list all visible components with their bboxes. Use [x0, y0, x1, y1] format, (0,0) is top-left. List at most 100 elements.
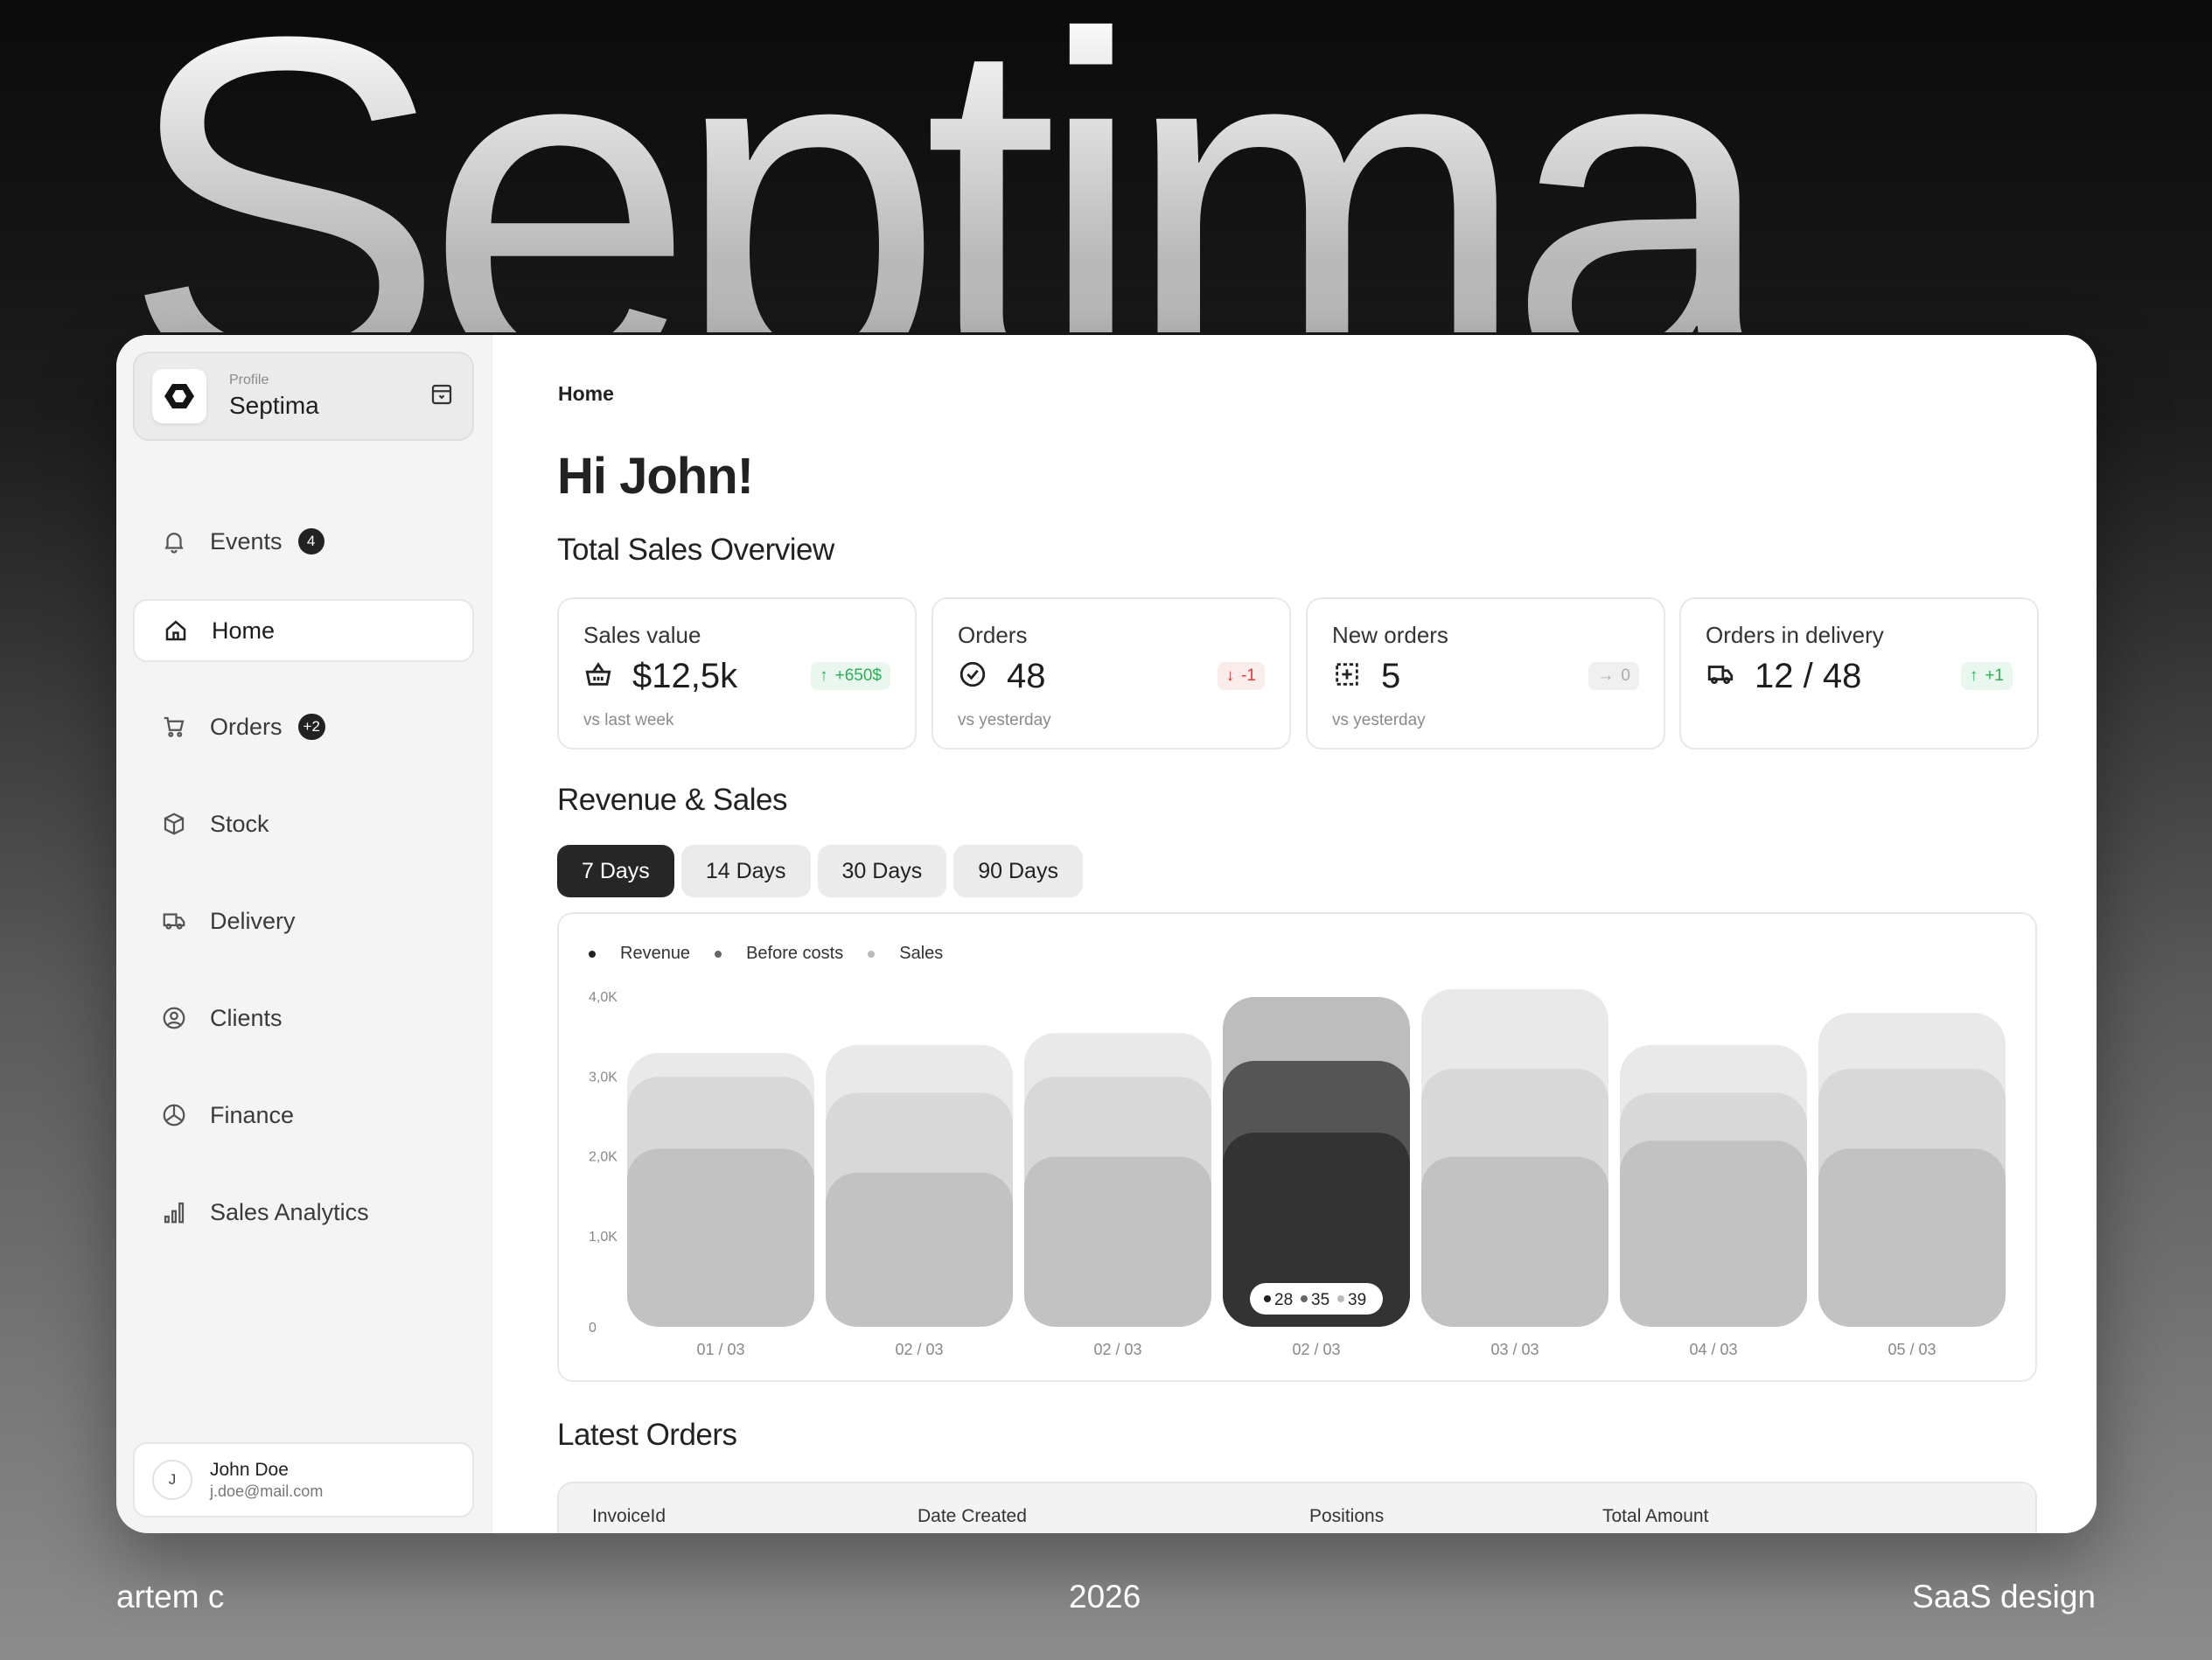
- sidebar-item-label: Orders: [210, 713, 283, 740]
- profile-switcher[interactable]: Profile Septima: [133, 352, 474, 441]
- bar-chart-icon: [159, 1197, 189, 1227]
- tooltip-value: 39: [1348, 1291, 1366, 1309]
- sidebar-item-delivery[interactable]: Delivery: [133, 889, 474, 952]
- sidebar-item-clients[interactable]: Clients: [133, 987, 474, 1050]
- x-tick-label: 02 / 03: [1292, 1341, 1340, 1358]
- y-tick-label: 1,0K: [589, 1230, 618, 1245]
- sidebar-item-label: Home: [212, 617, 276, 644]
- bar-revenue: [627, 1148, 814, 1327]
- column-header-date[interactable]: Date Created: [918, 1506, 1027, 1527]
- arrow-up-icon: ↑: [1969, 666, 1978, 685]
- add-box-icon: [1332, 659, 1362, 694]
- background-wordmark: Septima: [122, 0, 1756, 332]
- arrow-right-icon: →: [1597, 666, 1615, 685]
- stat-title: Orders: [958, 622, 1028, 648]
- stat-value: 5: [1381, 657, 1401, 695]
- y-tick-label: 4,0K: [589, 990, 618, 1005]
- delta-value: +650$: [834, 666, 882, 685]
- logo-icon: [152, 369, 206, 423]
- breadcrumb[interactable]: Home: [558, 382, 614, 406]
- tooltip-value: 35: [1311, 1291, 1329, 1309]
- truck-icon: [1706, 659, 1735, 694]
- tooltip-dot: [1301, 1295, 1308, 1302]
- truck-icon: [159, 906, 189, 936]
- revenue-title: Revenue & Sales: [557, 783, 787, 817]
- stat-comparison: vs yesterday: [1332, 711, 1426, 729]
- sidebar-item-finance[interactable]: Finance: [133, 1084, 474, 1147]
- stat-card-orders-in-delivery[interactable]: Orders in delivery 12 / 48 ↑ +1: [1679, 597, 2039, 750]
- delta-value: -1: [1241, 666, 1256, 685]
- avatar: J: [152, 1460, 192, 1500]
- sidebar: Profile Septima Events 4 Home Orders +2 …: [116, 335, 492, 1533]
- box-icon: [159, 809, 189, 839]
- page-title: Hi John!: [557, 448, 754, 505]
- events-count-badge: 4: [297, 528, 324, 554]
- footer-tag: SaaS design: [1912, 1579, 2096, 1615]
- profile-label: Profile: [229, 373, 269, 387]
- stat-title: Sales value: [583, 622, 701, 648]
- sidebar-item-orders[interactable]: Orders +2: [133, 695, 474, 758]
- bar-revenue: [1421, 1156, 1608, 1327]
- stat-value: $12,5k: [632, 657, 738, 695]
- stat-title: Orders in delivery: [1706, 622, 1884, 648]
- sidebar-item-label: Events: [210, 527, 283, 554]
- revenue-chart: Revenue Before costs Sales 0 1,0K 2,0K 3,0K…: [557, 912, 2037, 1382]
- x-tick-label: 04 / 03: [1689, 1341, 1737, 1358]
- stat-card-sales-value[interactable]: Sales value $12,5k ↑ +650$ vs last week: [557, 597, 917, 750]
- sidebar-item-stock[interactable]: Stock: [133, 792, 474, 855]
- sidebar-item-label: Finance: [210, 1101, 295, 1128]
- check-circle-icon: [958, 659, 987, 694]
- bell-icon: [159, 527, 189, 556]
- y-tick-label: 2,0K: [589, 1150, 618, 1165]
- column-header-invoice[interactable]: InvoiceId: [592, 1506, 666, 1527]
- user-name: John Doe: [210, 1459, 289, 1480]
- sidebar-item-sales-analytics[interactable]: Sales Analytics: [133, 1181, 474, 1244]
- tab-30-days[interactable]: 30 Days: [817, 845, 947, 897]
- delta-value: 0: [1621, 666, 1630, 685]
- sidebar-item-label: Delivery: [210, 907, 296, 934]
- archive-icon[interactable]: [429, 381, 455, 412]
- x-tick-label: 02 / 03: [1093, 1341, 1141, 1358]
- delta-badge: ↓ -1: [1217, 662, 1265, 690]
- latest-orders-title: Latest Orders: [557, 1418, 737, 1452]
- x-tick-label: 02 / 03: [895, 1341, 943, 1358]
- delta-badge: ↑ +650$: [811, 662, 890, 690]
- footer-year: 2026: [1069, 1579, 1141, 1615]
- stat-card-orders[interactable]: Orders 48 ↓ -1 vs yesterday: [932, 597, 1291, 750]
- tooltip-dot: [1264, 1295, 1271, 1302]
- column-header-total[interactable]: Total Amount: [1602, 1506, 1708, 1527]
- x-tick-label: 01 / 03: [696, 1341, 744, 1358]
- stat-comparison: vs yesterday: [958, 711, 1051, 729]
- x-tick-label: 03 / 03: [1490, 1341, 1539, 1358]
- bar-revenue: [1024, 1156, 1211, 1327]
- sidebar-item-events[interactable]: Events 4: [133, 510, 474, 573]
- app-window: Profile Septima Events 4 Home Orders +2 …: [116, 335, 2097, 1533]
- arrow-down-icon: ↓: [1225, 666, 1235, 685]
- chart-plot: 0 1,0K 2,0K 3,0K 4,0K 01 / 03 02 / 03 02 / 03 02…: [589, 988, 2006, 1358]
- stat-value: 12 / 48: [1755, 657, 1862, 695]
- stat-card-new-orders[interactable]: New orders 5 → 0 vs yesterday: [1306, 597, 1665, 750]
- tab-14-days[interactable]: 14 Days: [680, 845, 811, 897]
- profile-name: Septima: [229, 392, 319, 419]
- x-tick-label: 05 / 03: [1888, 1341, 1936, 1358]
- range-tabs: 7 Days 14 Days 30 Days 90 Days: [557, 845, 1083, 897]
- pie-chart-icon: [159, 1100, 189, 1130]
- sidebar-item-label: Sales Analytics: [210, 1198, 369, 1225]
- stat-title: New orders: [1332, 622, 1448, 648]
- column-header-positions[interactable]: Positions: [1309, 1506, 1384, 1527]
- user-circle-icon: [159, 1003, 189, 1033]
- y-tick-label: 0: [589, 1321, 597, 1336]
- bar-revenue: [826, 1172, 1013, 1327]
- user-card[interactable]: J John Doe j.doe@mail.com: [133, 1442, 474, 1517]
- stat-value: 48: [1007, 657, 1046, 695]
- user-email: j.doe@mail.com: [210, 1482, 324, 1500]
- delta-badge: → 0: [1588, 662, 1639, 690]
- footer-author: artem c: [116, 1579, 225, 1615]
- orders-table-header: InvoiceId Date Created Positions Total A…: [557, 1482, 2037, 1533]
- stat-comparison: vs last week: [583, 711, 674, 729]
- basket-icon: [583, 659, 613, 694]
- tab-90-days[interactable]: 90 Days: [953, 845, 1083, 897]
- tab-7-days[interactable]: 7 Days: [557, 845, 674, 897]
- tooltip-dot: [1337, 1295, 1344, 1302]
- sidebar-item-home[interactable]: Home: [133, 599, 474, 662]
